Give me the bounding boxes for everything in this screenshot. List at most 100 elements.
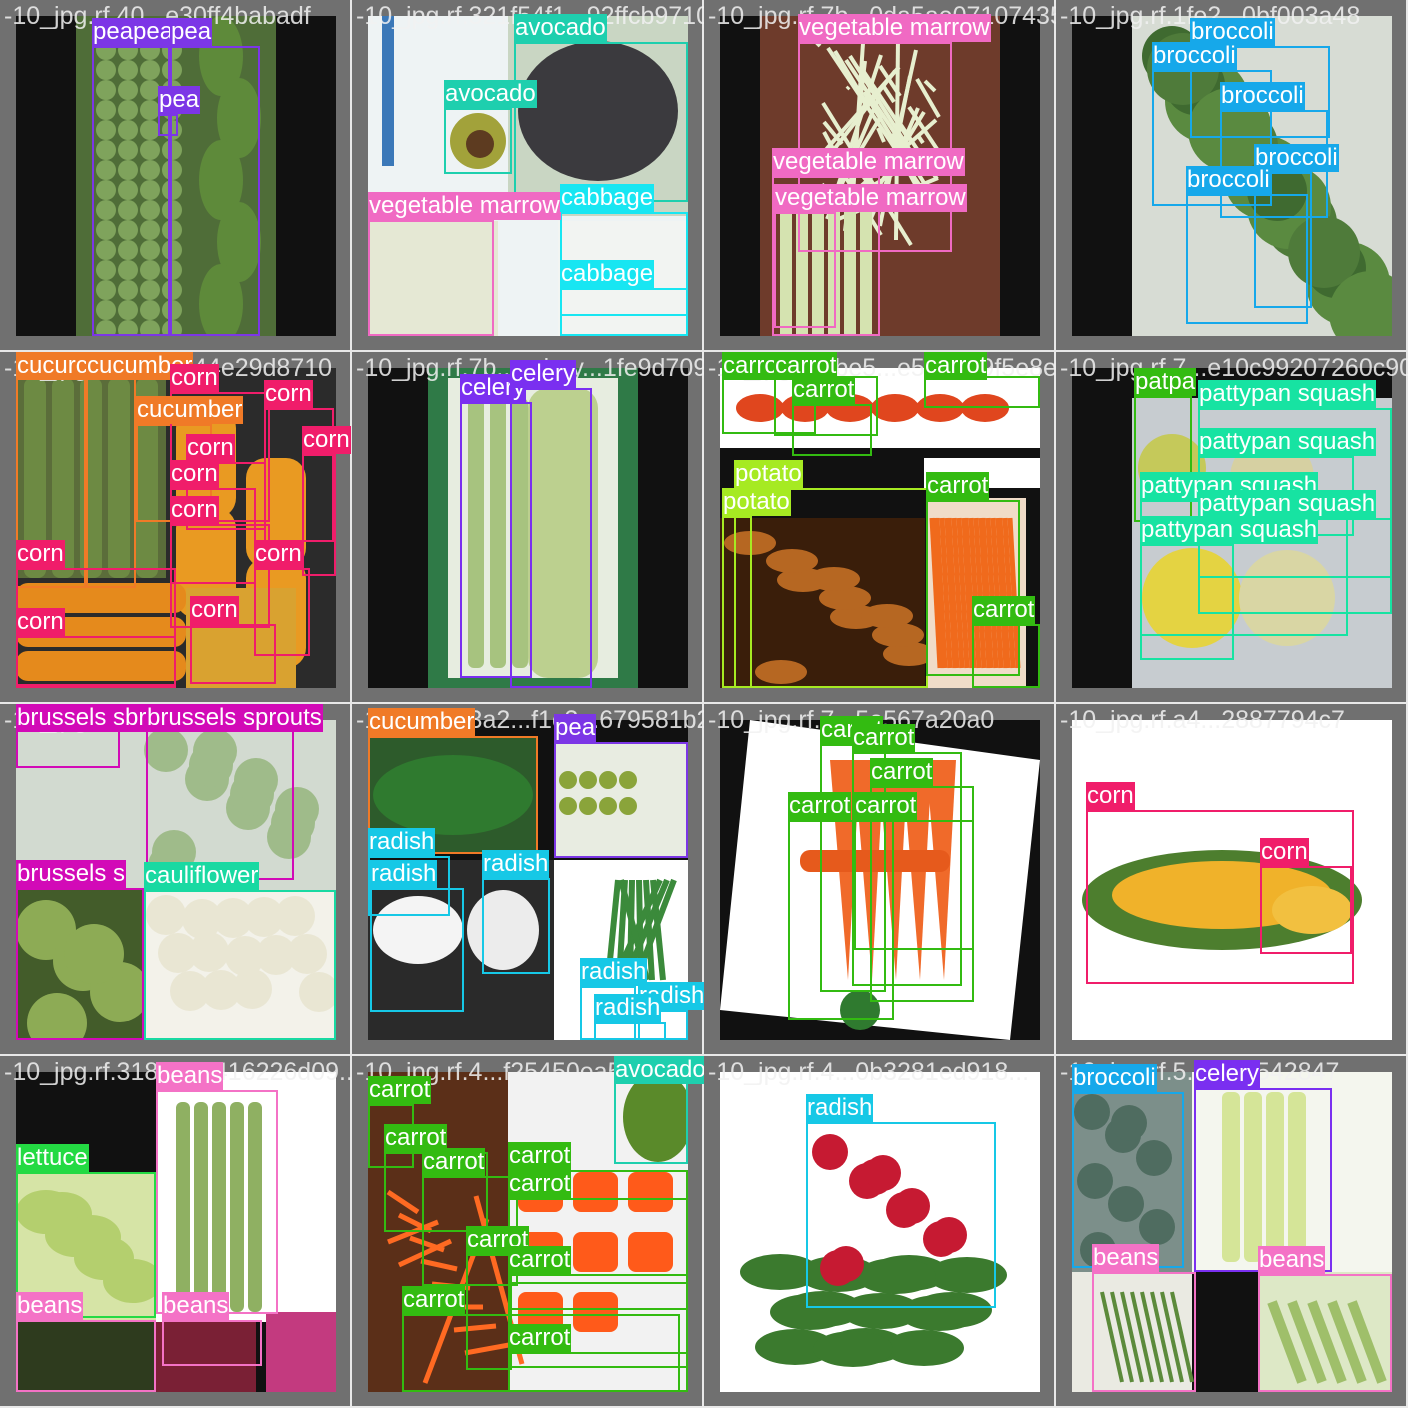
box-label: corn: [16, 608, 65, 636]
box-label: peapea: [92, 18, 175, 46]
box-label: corn: [190, 596, 239, 624]
box-label: corn: [254, 540, 303, 568]
box-label: corn: [170, 496, 219, 524]
box-label: beans: [16, 1292, 84, 1320]
bounding-box: [482, 878, 550, 974]
box-label: beans: [162, 1292, 230, 1320]
box-label: carrot: [792, 376, 856, 404]
image-tile: -10_jpg.rf.7b...celery...1fe9d709e0celer…: [352, 352, 704, 704]
box-label: beans: [1258, 1246, 1326, 1274]
box-label: broccoli: [1072, 1064, 1157, 1092]
image-tile: -10_jpg.rf.3e...0044e29d8710cucurcucumbe…: [0, 352, 352, 704]
bounding-box: [16, 636, 176, 688]
box-label: avocado: [514, 14, 607, 42]
box-label: brussels sprouts: [146, 704, 323, 732]
box-label: carrot: [508, 1170, 572, 1198]
image-tile: -10_jpg.rf.4...f25450ea59... avocado carro…: [352, 1056, 704, 1408]
bounding-box: [554, 742, 688, 858]
image-tile: -10_jpg.rf.31806b5416226d09...beanslettu…: [0, 1056, 352, 1408]
box-label: carrot: [788, 792, 852, 820]
box-label: carrot: [972, 596, 1036, 624]
box-label: broccoli: [1186, 166, 1271, 194]
box-label: celery: [1194, 1060, 1261, 1088]
box-label: vegetable marrow: [798, 14, 991, 42]
box-label: beans: [1092, 1244, 1160, 1272]
box-label: avocado: [444, 80, 537, 108]
box-label: pea: [158, 86, 201, 114]
bounding-box: [614, 1072, 688, 1164]
image-tile: -10_jpg.rf.7b...0da5ae07107435vegetable …: [704, 0, 1056, 352]
box-label: corn: [170, 364, 219, 392]
box-label: celery: [510, 360, 577, 388]
tile-filename: -10_jpg.rf.a4...2887794c7: [1060, 706, 1345, 734]
box-label: cucumber: [368, 708, 476, 736]
bounding-box: [734, 488, 928, 688]
box-label: pattypan squash: [1140, 516, 1319, 544]
image-tile: -10_jpg.rf.3a2c...28c4...0807brussels sb…: [0, 704, 352, 1056]
tile-filename: -10_jpg.rf.4...0b3281ed918...: [708, 1058, 1030, 1086]
box-label: pea: [170, 18, 213, 46]
box-label: cucumber: [136, 396, 244, 424]
bounding-box: [774, 212, 836, 328]
bounding-box: [1092, 1272, 1196, 1392]
bounding-box: [444, 108, 512, 174]
box-label: potato: [734, 460, 803, 488]
bounding-box: [722, 516, 752, 688]
bounding-box: [370, 888, 464, 1012]
bounding-box: [510, 388, 592, 688]
box-label: potato: [722, 488, 791, 516]
box-label: corn: [1086, 782, 1135, 810]
bounding-box: [514, 42, 688, 202]
bounding-box: [86, 376, 136, 588]
bounding-box: [560, 288, 688, 336]
bounding-box: [594, 1022, 666, 1040]
image-tile: -10_jpg.rf.4...0b3281ed918...radish: [704, 1056, 1056, 1408]
bounding-box: [302, 454, 336, 576]
box-label: radish: [482, 850, 550, 878]
bounding-box: [806, 1122, 996, 1308]
image-tile: -10_jpg.rf.7...e10c99207260c9087 patpa pat…: [1056, 352, 1408, 704]
box-label: avocado: [614, 1056, 704, 1084]
box-label: cauliflower: [144, 862, 260, 890]
image-tile: -10_jpg.rf.7...5e567a20a0carrotcarrotcar…: [704, 704, 1056, 1056]
box-label: carrot: [924, 352, 988, 380]
image-tile: -10_jpg.rf.1fe2...0bf003a48 broccoli brocc…: [1056, 0, 1408, 352]
image-tile: -10_jpg.rf.5...e...7542847broccolicelery…: [1056, 1056, 1408, 1408]
image-tile: -10_jpg.rf.dbe5...e5513b9f5e8e28 carrot ca…: [704, 352, 1056, 704]
box-label: vegetable marrow: [368, 192, 561, 220]
box-label: corn: [16, 540, 65, 568]
bounding-box: [972, 624, 1040, 688]
bounding-box: [854, 820, 974, 950]
box-label: carrot: [926, 472, 990, 500]
box-label: carrot: [368, 1076, 432, 1104]
box-label: vegetable marrow: [772, 148, 965, 176]
box-label: carrot: [508, 1324, 572, 1352]
box-label: corn: [186, 434, 235, 462]
image-tile: -10_jpg.rf.3a2...f1c3...679581b2ffc cucum…: [352, 704, 704, 1056]
bounding-box: [146, 720, 294, 880]
bounding-box: [16, 1320, 156, 1392]
box-label: cabbage: [560, 184, 655, 212]
box-label: carrot: [508, 1142, 572, 1170]
bounding-box: [156, 1090, 278, 1314]
bounding-box: [158, 114, 178, 136]
bounding-box: [1194, 1088, 1332, 1272]
bounding-box: [1258, 1274, 1392, 1392]
box-label: radish: [370, 860, 438, 888]
box-label: pattypan squash: [1198, 490, 1377, 518]
image-tile: -10_jpg.rf.321f54f1...92ffcb971034avocad…: [352, 0, 704, 352]
box-label: lettuce: [16, 1144, 89, 1172]
bounding-box: [144, 890, 336, 1040]
bounding-box: [162, 1320, 262, 1366]
bounding-box: [1186, 194, 1308, 324]
box-label: radish: [594, 994, 662, 1022]
box-label: radish: [806, 1094, 874, 1122]
box-label: broccoli: [1220, 82, 1305, 110]
bounding-box: [924, 376, 1040, 408]
box-label: radish: [368, 828, 436, 856]
box-label: carrot: [852, 724, 916, 752]
box-label: patpa: [1134, 368, 1197, 396]
box-label: brussels s: [16, 860, 127, 888]
box-label: carrot: [854, 792, 918, 820]
box-label: corn: [170, 460, 219, 488]
